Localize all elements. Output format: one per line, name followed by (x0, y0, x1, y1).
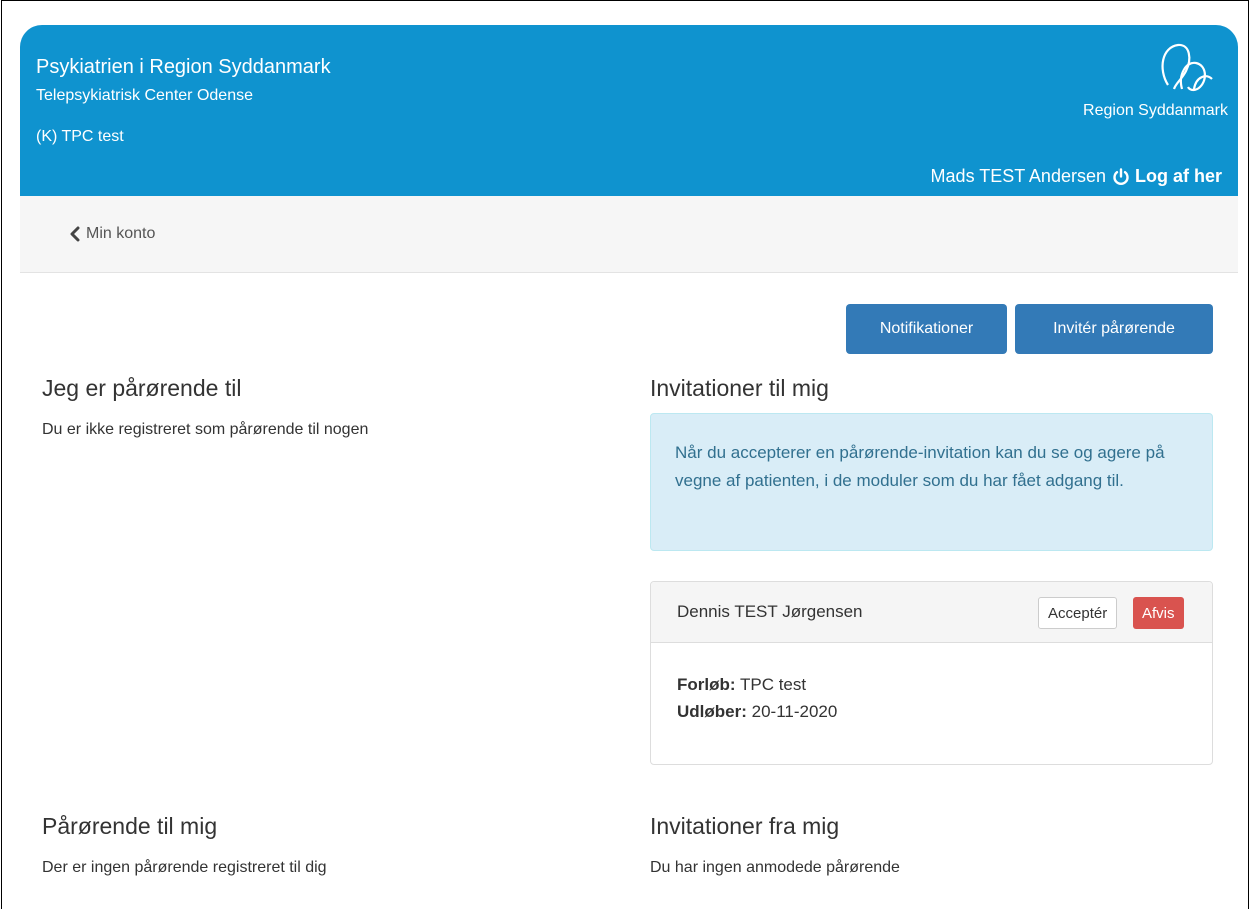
notifications-button[interactable]: Notifikationer (846, 304, 1007, 354)
expires-row: Udløber: 20-11-2020 (677, 698, 837, 725)
invite-relative-button[interactable]: Invitér pårørende (1015, 304, 1213, 354)
info-alert-text: Når du accepterer en pårørende-invitatio… (675, 443, 1165, 490)
region-logo-icon (1161, 43, 1213, 92)
chevron-left-icon (68, 226, 82, 242)
invitation-card-header: Dennis TEST Jørgensen Acceptér Afvis (651, 582, 1212, 643)
logout-label: Log af her (1134, 166, 1222, 186)
user-name: Mads TEST Andersen (930, 166, 1106, 186)
course-row: Forløb: TPC test (677, 671, 837, 698)
course-row-value: TPC test (739, 675, 807, 694)
user-bar: Mads TEST Andersen Log af her (931, 166, 1222, 187)
reject-button[interactable]: Afvis (1133, 597, 1184, 629)
invitation-card: Dennis TEST Jørgensen Acceptér Afvis For… (650, 581, 1213, 765)
app-header: Psykiatrien i Region Syddanmark Telepsyk… (20, 25, 1238, 196)
course-row-label: Forløb: (677, 675, 736, 694)
inviter-name: Dennis TEST Jørgensen (677, 602, 863, 621)
expires-row-label: Udløber: (677, 702, 747, 721)
sub-navigation: Min konto (20, 196, 1238, 273)
power-icon (1112, 167, 1130, 186)
relative-to-empty-text: Du er ikke registreret som pårørende til… (42, 421, 369, 438)
back-link[interactable]: Min konto (68, 225, 155, 243)
section-title-invitations-to-me: Invitationer til mig (650, 375, 829, 401)
expires-row-value: 20-11-2020 (751, 702, 838, 721)
organization-subtitle: Telepsykiatrisk Center Odense (36, 87, 253, 104)
relatives-to-me-empty-text: Der er ingen pårørende registreret til d… (42, 859, 327, 876)
info-alert: Når du accepterer en pårørende-invitatio… (650, 413, 1213, 551)
accept-button[interactable]: Acceptér (1038, 597, 1118, 629)
course-label: (K) TPC test (36, 128, 124, 145)
region-logo-text: Region Syddanmark (1083, 102, 1228, 119)
invitation-card-body: Forløb: TPC test Udløber: 20-11-2020 (677, 671, 837, 725)
logout-link[interactable]: Log af her (1112, 166, 1222, 187)
region-logo: Region Syddanmark (1078, 39, 1228, 129)
section-title-relative-to: Jeg er pårørende til (42, 375, 242, 401)
back-link-label: Min konto (86, 225, 156, 242)
organization-name: Psykiatrien i Region Syddanmark (36, 56, 331, 78)
section-title-relatives-to-me: Pårørende til mig (42, 813, 218, 839)
section-title-invitations-from-me: Invitationer fra mig (650, 813, 840, 839)
invitations-from-me-empty-text: Du har ingen anmodede pårørende (650, 859, 900, 876)
